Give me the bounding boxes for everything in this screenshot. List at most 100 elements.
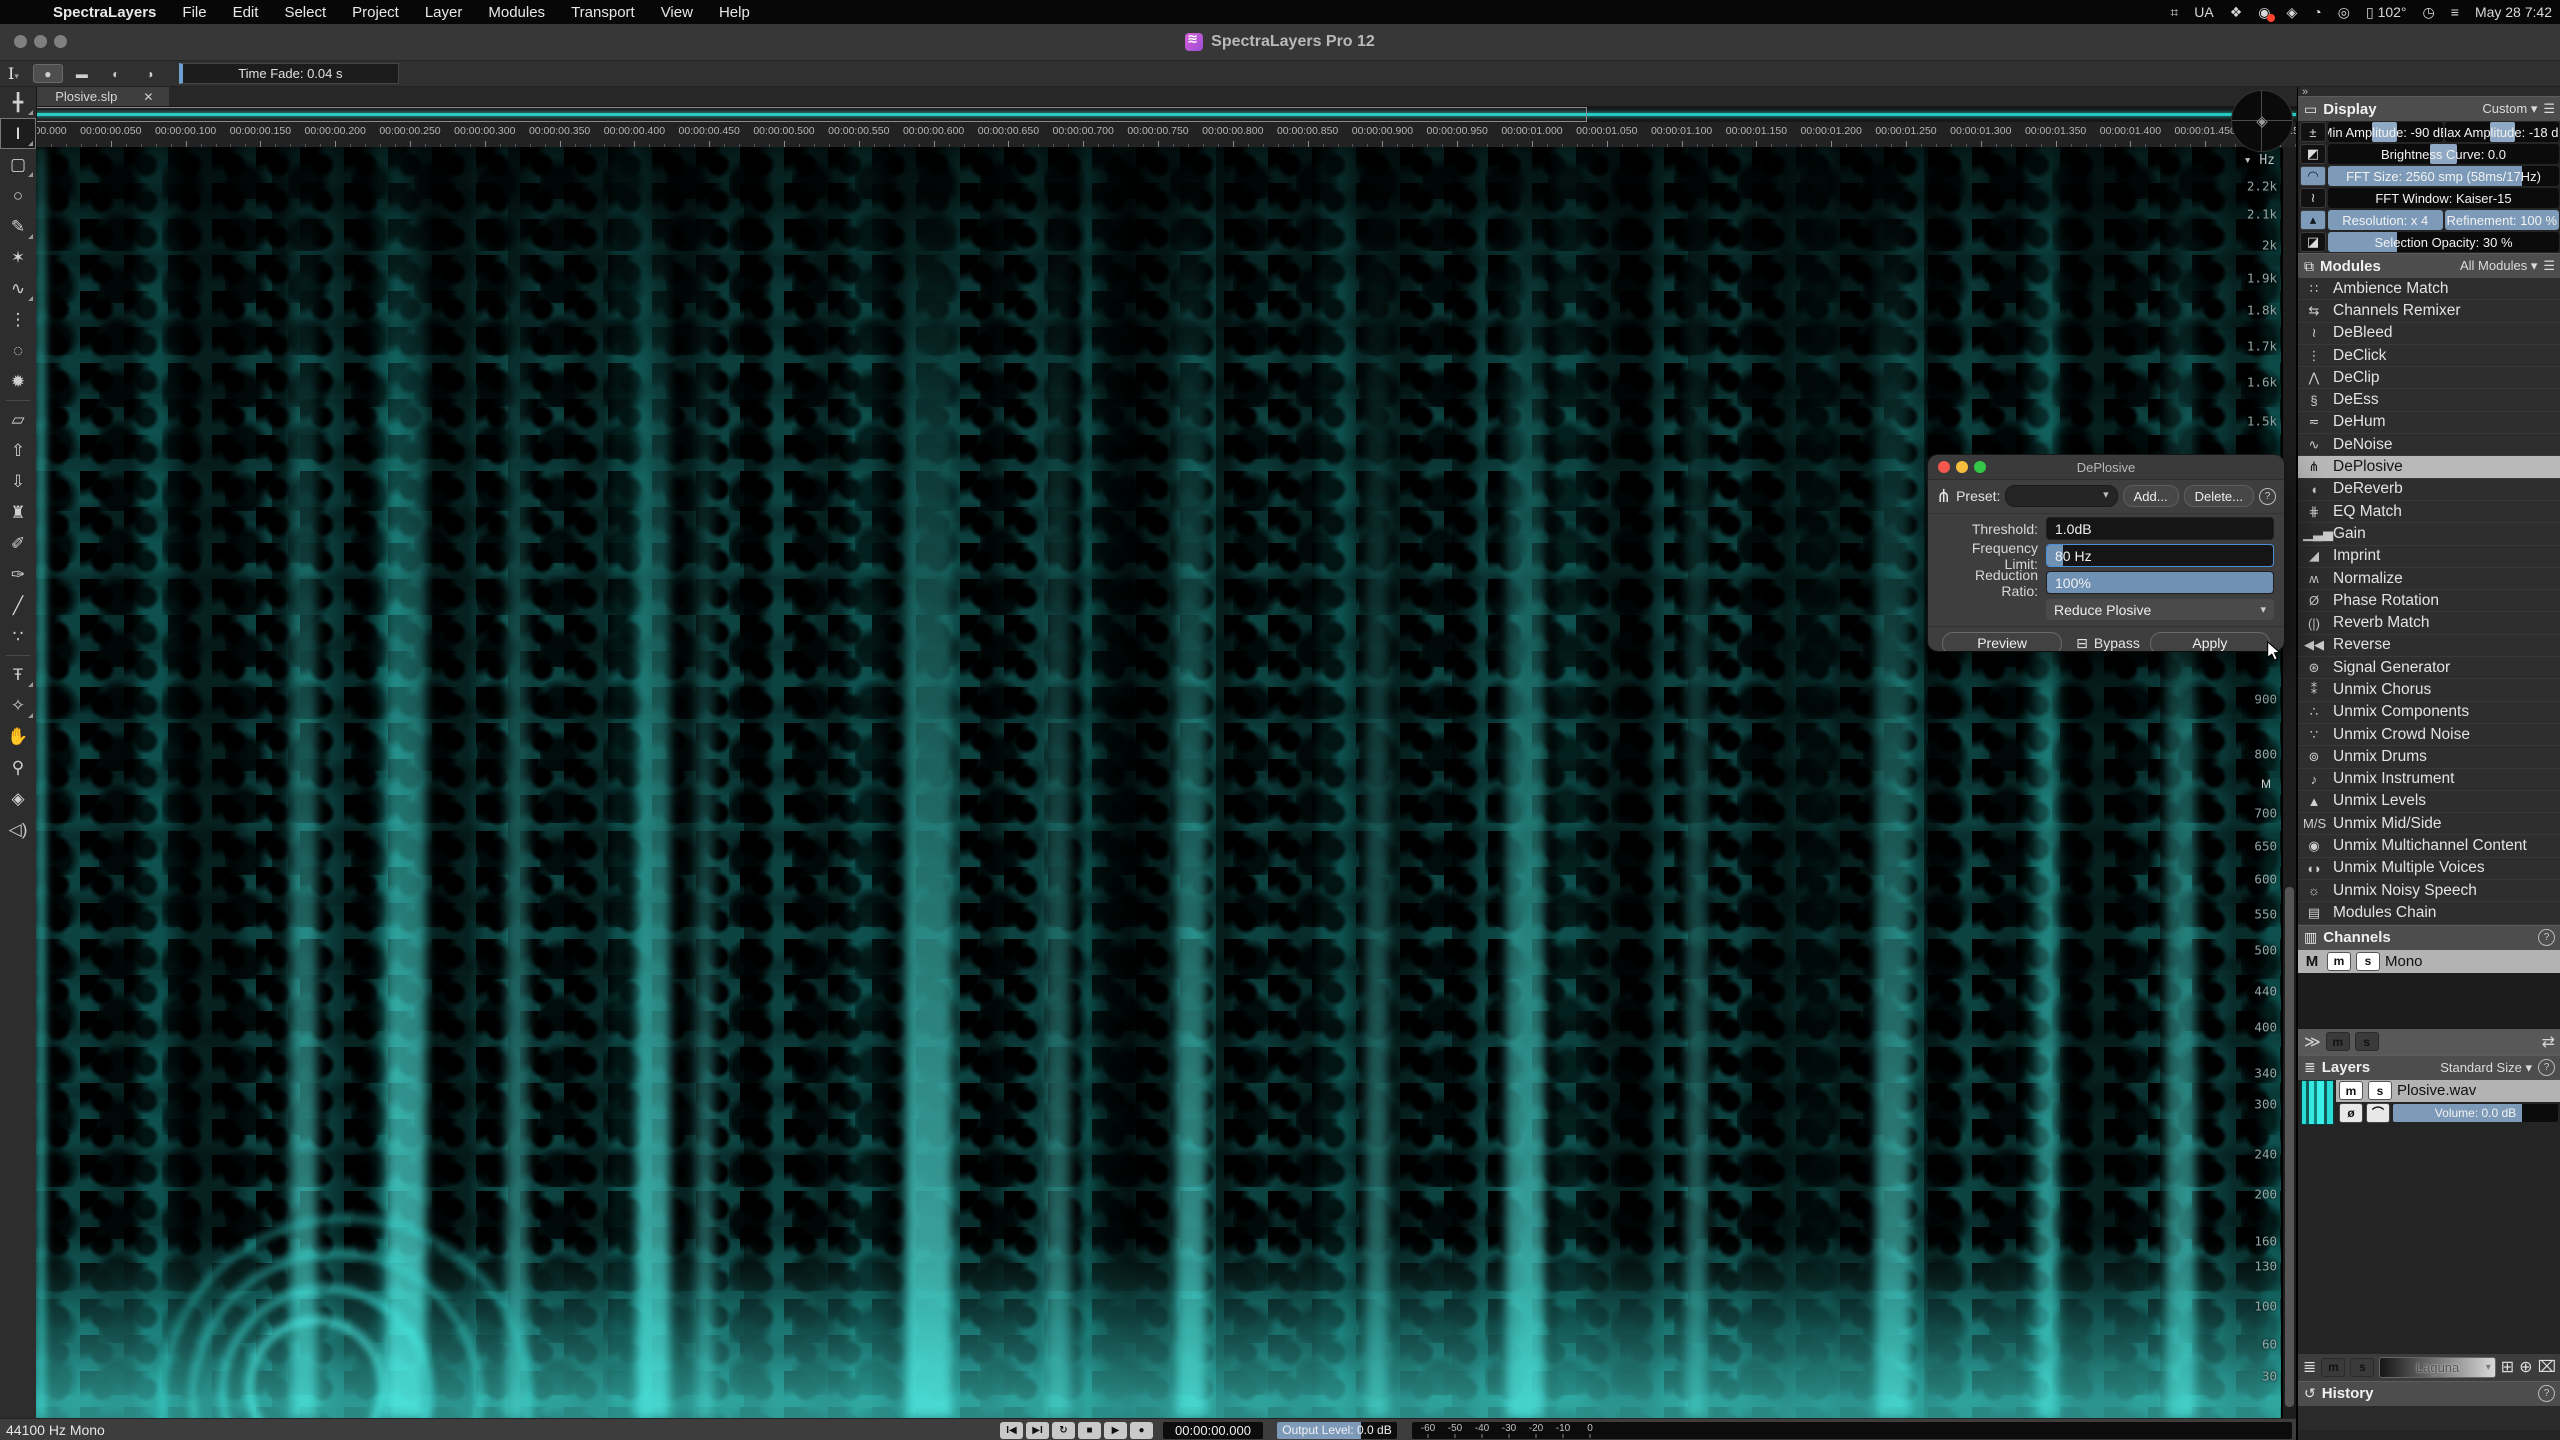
spectrogram-canvas[interactable]: 2.2k2.1k2k1.9k1.8k1.7k1.6k1.5k9008007006…	[36, 147, 2281, 1418]
channel-solo-button[interactable]: s	[2356, 952, 2380, 971]
server-icon[interactable]: ≡	[2451, 4, 2459, 20]
module-item-imprint[interactable]: ◢Imprint	[2298, 546, 2560, 568]
hand-tool[interactable]: ✋	[0, 721, 36, 752]
module-item-eq-match[interactable]: ⋕EQ Match	[2298, 501, 2560, 523]
menu-file[interactable]: File	[169, 4, 219, 21]
menu-layer[interactable]: Layer	[412, 4, 476, 21]
module-item-unmix-instrument[interactable]: ♪Unmix Instrument	[2298, 769, 2560, 791]
tab-plosive-slp[interactable]: Plosive.slp ✕	[31, 87, 169, 106]
history-help-icon[interactable]: ?	[2538, 1385, 2555, 1402]
dialog-minimize-button[interactable]	[1956, 461, 1968, 473]
module-item-unmix-drums[interactable]: ⊚Unmix Drums	[2298, 746, 2560, 768]
dialog-help-icon[interactable]: ?	[2259, 488, 2276, 505]
knife-tool[interactable]: ╱	[0, 590, 36, 621]
marker-tool[interactable]: ✑	[0, 559, 36, 590]
deplosive-dialog[interactable]: DePlosive ⋔ Preset: ▾ Add... Delete... ?…	[1928, 455, 2284, 651]
spectrogram-scrollbar[interactable]	[2283, 147, 2296, 1418]
go-to-end-button[interactable]: ▶I	[1026, 1422, 1049, 1439]
module-item-reverb-match[interactable]: (|)Reverb Match	[2298, 612, 2560, 634]
module-item-debleed[interactable]: ≀DeBleed	[2298, 323, 2560, 345]
time-ruler[interactable]: 00:00:00.00000:00:00.05000:00:00.10000:0…	[36, 122, 2296, 148]
display-slider[interactable]: Brightness Curve: 0.0	[2328, 144, 2559, 164]
modules-filter-select[interactable]: All Modules ▾	[2460, 258, 2537, 274]
module-item-unmix-levels[interactable]: ▲Unmix Levels	[2298, 791, 2560, 813]
noise-tool[interactable]: ✹	[0, 366, 36, 397]
attenuate-tool[interactable]: ⇩	[0, 466, 36, 497]
module-item-unmix-multichannel-content[interactable]: ◉Unmix Multichannel Content	[2298, 835, 2560, 857]
clone-stamp-tool[interactable]: ♜	[0, 497, 36, 528]
module-item-deess[interactable]: §DeEss	[2298, 389, 2560, 411]
layer-thumbnail[interactable]	[2301, 1080, 2334, 1125]
delete-layer-icon[interactable]: ⌧	[2538, 1357, 2556, 1377]
scrollbar-thumb[interactable]	[2285, 887, 2294, 1407]
amplify-tool[interactable]: ⇧	[0, 435, 36, 466]
preview-button[interactable]: Preview	[1942, 632, 2062, 652]
menu-select[interactable]: Select	[271, 4, 339, 21]
layers-solo-all-button[interactable]: s	[2350, 1358, 2374, 1377]
display-row-icon[interactable]: ±	[2300, 122, 2326, 142]
layers-merge-icon[interactable]: ≣	[2303, 1357, 2316, 1377]
menu-project[interactable]: Project	[339, 4, 412, 21]
fade-mode-button-2[interactable]: ◐	[101, 64, 131, 83]
module-item-signal-generator[interactable]: ⊛Signal Generator	[2298, 657, 2560, 679]
zoom-tool[interactable]: ⚲	[0, 752, 36, 783]
panel-collapse-icon[interactable]: »	[2298, 87, 2560, 96]
module-item-normalize[interactable]: ʍNormalize	[2298, 568, 2560, 590]
dialog-field-frequency-limit-[interactable]: 80 Hz	[2046, 544, 2274, 567]
dialog-field-reduction-ratio-[interactable]: 100%	[2046, 571, 2274, 594]
display-row-icon[interactable]: ◠	[2300, 166, 2326, 186]
master-mute-button[interactable]: m	[2326, 1032, 2350, 1051]
colormap-select[interactable]: Laguna▾	[2379, 1357, 2495, 1378]
module-item-modules-chain[interactable]: ▤Modules Chain	[2298, 902, 2560, 924]
playback-tool[interactable]: ◁)	[0, 814, 36, 845]
fade-mode-button-1[interactable]: ▬	[67, 64, 97, 83]
user-icon[interactable]: ◎	[2338, 4, 2350, 21]
display-slider[interactable]: FFT Size: 2560 smp (58ms/17Hz)	[2328, 166, 2559, 186]
module-item-unmix-multiple-voices[interactable]: ◖◗Unmix Multiple Voices	[2298, 858, 2560, 880]
layers-help-icon[interactable]: ?	[2538, 1059, 2555, 1076]
menu-modules[interactable]: Modules	[475, 4, 558, 21]
module-item-unmix-crowd-noise[interactable]: ∵Unmix Crowd Noise	[2298, 724, 2560, 746]
layer-link-button[interactable]: ⌒	[2366, 1103, 2390, 1123]
preset-delete-button[interactable]: Delete...	[2184, 485, 2254, 507]
module-item-deplosive[interactable]: ⋔DePlosive	[2298, 456, 2560, 478]
history-panel-header[interactable]: ↺ History ?	[2298, 1381, 2560, 1406]
mode-select[interactable]: Reduce Plosive▾	[2046, 599, 2274, 620]
airbrush-tool[interactable]: ∵	[0, 621, 36, 652]
time-fade-field[interactable]: Time Fade: 0.04 s	[179, 63, 399, 84]
audio-overview-strip[interactable]	[0, 106, 2560, 122]
fade-mode-button-3[interactable]: ◑	[135, 64, 165, 83]
dialog-title-bar[interactable]: DePlosive	[1928, 455, 2284, 480]
display-slider[interactable]: Max Amplitude: -18 dB	[2445, 122, 2560, 142]
new-group-icon[interactable]: ⊞	[2501, 1357, 2514, 1377]
module-item-declick[interactable]: ⋮DeClick	[2298, 345, 2560, 367]
menu-help[interactable]: Help	[706, 4, 763, 21]
module-item-ambience-match[interactable]: ∷Ambience Match	[2298, 278, 2560, 300]
picker-tool[interactable]: ✧	[0, 690, 36, 721]
new-layer-icon[interactable]: ⊕	[2519, 1357, 2532, 1377]
display-slider[interactable]: Refinement: 100 %	[2445, 210, 2560, 230]
display-menu-icon[interactable]: ☰	[2543, 101, 2555, 117]
module-item-channels-remixer[interactable]: ⇆Channels Remixer	[2298, 300, 2560, 322]
time-selection-tool[interactable]: I	[0, 118, 36, 149]
display-row-icon[interactable]: ◩	[2300, 144, 2326, 164]
layer-volume-slider[interactable]: Volume: 0.0 dB	[2393, 1104, 2558, 1122]
preset-select[interactable]: ▾	[2005, 485, 2117, 507]
dotted-area-tool[interactable]: ◌	[0, 335, 36, 366]
ua-diamond-icon[interactable]: ◈	[2287, 4, 2298, 21]
heal-tool[interactable]: ✐	[0, 528, 36, 559]
layer-mute-button[interactable]: m	[2339, 1081, 2363, 1100]
module-item-unmix-mid-side[interactable]: M/SUnmix Mid/Side	[2298, 813, 2560, 835]
fade-mode-button-0[interactable]: ●	[33, 64, 63, 83]
display-row-icon[interactable]: ≀	[2300, 188, 2326, 208]
module-item-dereverb[interactable]: ◖DeReverb	[2298, 479, 2560, 501]
shuffle-icon[interactable]: ⇄	[2542, 1032, 2555, 1052]
eraser-tool[interactable]: ▱	[0, 404, 36, 435]
measure-tool[interactable]: Ŧ	[0, 659, 36, 690]
module-item-dehum[interactable]: ≂DeHum	[2298, 412, 2560, 434]
dialog-zoom-button[interactable]	[1974, 461, 1986, 473]
area-selection-tool[interactable]: ▢	[0, 149, 36, 180]
current-tool-indicator[interactable]: I▾	[8, 64, 19, 83]
layer-solo-button[interactable]: s	[2368, 1081, 2392, 1100]
bypass-toggle[interactable]: ⊟ Bypass	[2076, 635, 2140, 652]
